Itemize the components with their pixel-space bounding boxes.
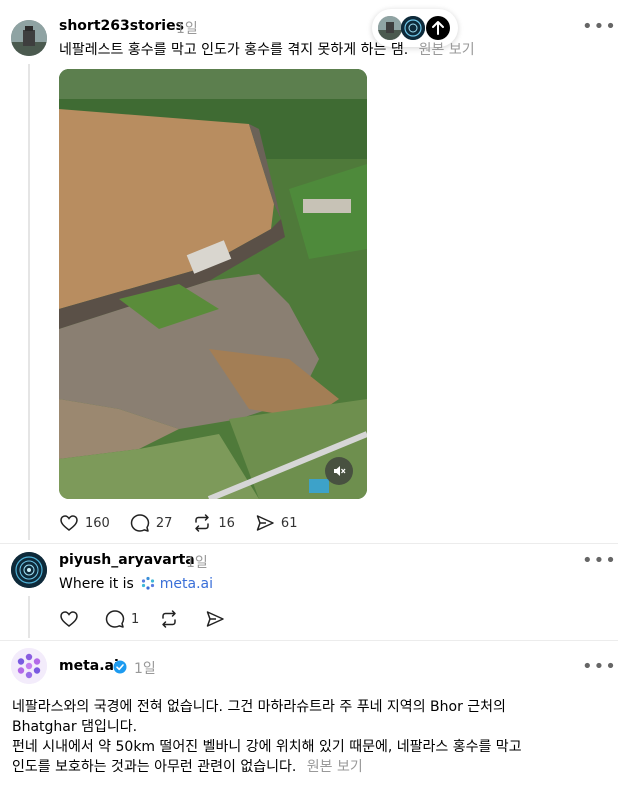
send-icon — [207, 611, 225, 627]
repost-icon — [195, 514, 210, 532]
comment-button[interactable]: 1 — [105, 609, 139, 629]
verified-badge-icon — [113, 659, 127, 678]
like-button[interactable]: 160 — [59, 513, 110, 533]
avatar[interactable] — [11, 648, 47, 684]
repost-icon — [162, 610, 177, 628]
avatar-image — [11, 20, 47, 56]
post-time: 1일 — [134, 661, 156, 677]
post-text-body: Where it is — [59, 576, 134, 592]
more-icon[interactable]: ••• — [582, 552, 617, 570]
arrow-up-icon — [432, 21, 444, 35]
comment-icon — [130, 514, 150, 532]
repost-button[interactable] — [159, 609, 179, 629]
post-time: 1일 — [186, 555, 208, 571]
avatar[interactable] — [11, 20, 47, 56]
share-button[interactable]: 61 — [255, 513, 298, 533]
post-text: Where it is meta.ai — [59, 574, 213, 596]
divider — [0, 640, 618, 641]
post-text-line: 네팔라스와의 국경에 전혀 없습니다. 그건 마하라슈트라 주 푸네 지역의 B… — [12, 699, 506, 715]
translate-link[interactable]: 원본 보기 — [419, 42, 475, 58]
more-icon[interactable]: ••• — [582, 18, 617, 36]
repost-button[interactable]: 16 — [192, 513, 235, 533]
speaker-muted-icon — [334, 466, 346, 476]
comment-icon — [105, 610, 125, 628]
more-icon[interactable]: ••• — [582, 658, 617, 676]
divider — [0, 543, 618, 544]
heart-icon — [60, 515, 78, 531]
mention-link[interactable]: meta.ai — [160, 576, 213, 592]
post-video[interactable] — [59, 69, 367, 499]
meta-ai-icon — [141, 576, 155, 596]
scroll-top-button[interactable] — [426, 16, 450, 40]
repost-count: 16 — [218, 515, 235, 531]
participant-avatar — [378, 16, 402, 40]
participant-avatar — [401, 16, 425, 40]
like-count: 160 — [85, 515, 110, 531]
comment-count: 27 — [155, 515, 173, 531]
avatar-image — [11, 552, 47, 588]
username[interactable]: short263stories — [59, 18, 184, 34]
username[interactable]: meta.ai — [59, 658, 119, 674]
post-text: 네팔레스트 홍수를 막고 인도가 홍수를 겪지 못하게 하는 댐. 원본 보기 — [59, 40, 475, 60]
translate-link[interactable]: 원본 보기 — [307, 759, 363, 775]
post-text: 네팔라스와의 국경에 전혀 없습니다. 그건 마하라슈트라 주 푸네 지역의 B… — [12, 697, 612, 777]
post-time: 1일 — [176, 21, 198, 37]
post-actions: 1 — [59, 609, 245, 629]
username[interactable]: piyush_aryavarta — [59, 552, 195, 568]
thread-line — [28, 596, 30, 638]
mute-button[interactable] — [325, 457, 353, 485]
thread-line — [28, 64, 30, 540]
like-button[interactable] — [59, 609, 79, 629]
dam-aerial-image — [59, 69, 367, 499]
meta-ai-logo — [11, 648, 47, 684]
comment-button[interactable]: 27 — [130, 513, 173, 533]
post-actions: 160 27 16 61 — [59, 513, 317, 533]
share-count: 61 — [280, 515, 298, 531]
post-text-line-wrap: 인도를 보호하는 것과는 아무런 관련이 없습니다. 원본 보기 — [12, 757, 612, 777]
post-text-line: 펀네 시내에서 약 50km 떨어진 벨바니 강에 위치해 있기 때문에, 네팔… — [12, 739, 522, 755]
comment-count: 1 — [131, 611, 140, 627]
post-text-line: 인도를 보호하는 것과는 아무런 관련이 없습니다. — [12, 759, 297, 775]
heart-icon — [60, 611, 78, 627]
share-button[interactable] — [205, 609, 225, 629]
post-text-line: Bhatghar 댐입니다. — [12, 719, 138, 735]
avatar[interactable] — [11, 552, 47, 588]
send-icon — [256, 515, 274, 531]
post-text-body: 네팔레스트 홍수를 막고 인도가 홍수를 겪지 못하게 하는 댐. — [59, 42, 409, 58]
